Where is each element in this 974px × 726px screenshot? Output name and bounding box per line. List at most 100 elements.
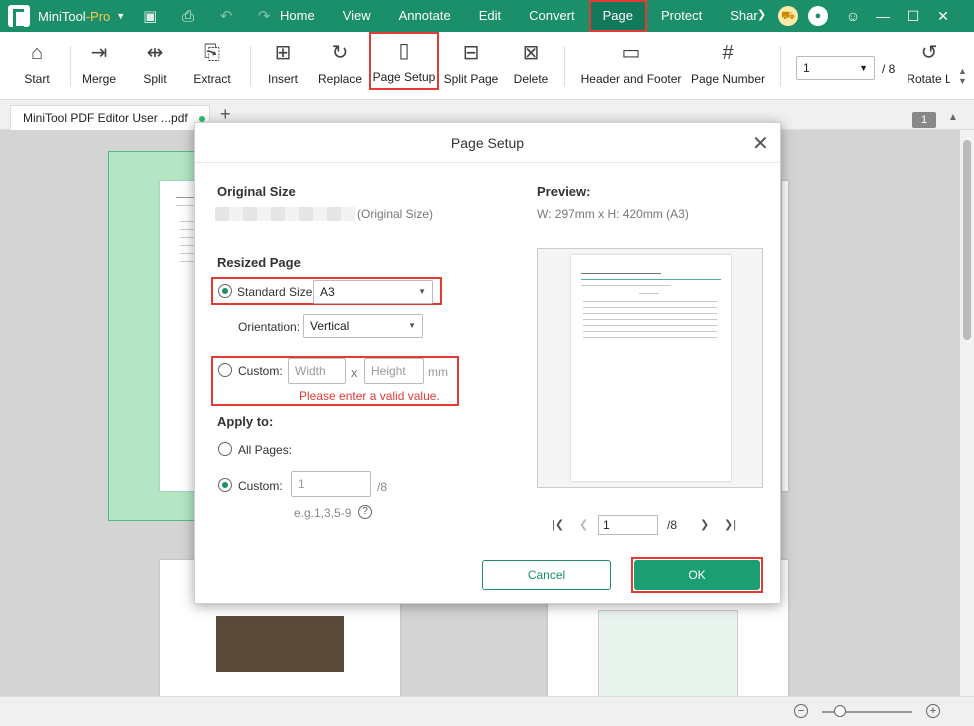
last-page-icon[interactable]: ❯| xyxy=(724,518,736,531)
preview-page xyxy=(571,255,731,481)
orientation-select[interactable]: Vertical ▼ xyxy=(303,314,423,338)
zoom-out-icon[interactable]: − xyxy=(794,704,808,718)
vertical-scrollbar[interactable] xyxy=(960,130,974,696)
menu-page[interactable]: Page xyxy=(588,0,647,32)
preview-page-total: /8 xyxy=(667,518,678,532)
all-pages-radio[interactable] xyxy=(218,442,232,456)
page-setup-icon: ▯ xyxy=(398,40,410,62)
rotate-icon: ↺ xyxy=(920,42,938,64)
text-line xyxy=(583,331,717,332)
orientation-label: Orientation: xyxy=(238,320,301,334)
page-preview xyxy=(537,248,763,488)
split-page-button[interactable]: ⊟ Split Page xyxy=(444,36,499,92)
document-tab[interactable]: MiniTool PDF Editor User ...pdf xyxy=(10,105,210,130)
merge-icon: ⇥ xyxy=(90,42,108,64)
unit-label: mm xyxy=(428,365,448,379)
page-number-select[interactable]: 1 ▼ xyxy=(796,56,875,80)
height-input[interactable]: Height xyxy=(364,358,424,384)
custom-size-label: Custom: xyxy=(238,364,283,378)
menu-view[interactable]: View xyxy=(329,0,385,32)
redacted-size xyxy=(215,207,355,221)
text-line xyxy=(583,307,717,308)
page-total: / 8 xyxy=(882,62,896,76)
split-page-icon: ⊟ xyxy=(462,42,480,64)
text-line xyxy=(583,313,717,314)
toolbar-scroll-icon[interactable]: ▲ ▼ xyxy=(958,66,967,86)
separator xyxy=(250,46,251,86)
original-size-title: Original Size xyxy=(217,184,296,199)
ribbon-toolbar: ⌂ Start ⇥ Merge ⇹ Split ⎘ Extract ⊞ Insert ↻ R… xyxy=(0,32,974,100)
image-thumbnail xyxy=(216,616,344,672)
standard-size-select[interactable]: A3 ▼ xyxy=(313,280,433,304)
zoom-in-icon[interactable]: + xyxy=(926,704,940,718)
error-message: Please enter a valid value. xyxy=(299,389,440,403)
split-button[interactable]: ⇹ Split xyxy=(140,36,170,92)
delete-page-icon: ⊠ xyxy=(522,42,540,64)
text-line xyxy=(639,293,659,294)
home-icon: ⌂ xyxy=(30,42,44,64)
help-icon[interactable]: ? xyxy=(358,505,372,519)
user-avatar-icon[interactable]: ● xyxy=(808,6,828,26)
x-separator: x xyxy=(351,365,358,380)
insert-button[interactable]: ⊞ Insert xyxy=(266,36,300,92)
replace-button[interactable]: ↻ Replace xyxy=(318,36,362,92)
maximize-icon[interactable]: ☐ xyxy=(898,8,928,25)
apply-to-title: Apply to: xyxy=(217,414,274,429)
app-logo-icon xyxy=(8,5,30,29)
page-thumbnail[interactable] xyxy=(782,181,788,491)
undo-icon[interactable]: ↶ xyxy=(213,7,239,25)
cart-icon[interactable]: ⛟ xyxy=(778,6,798,26)
extract-icon: ⎘ xyxy=(204,42,220,64)
menu-annotate[interactable]: Annotate xyxy=(385,0,465,32)
separator xyxy=(564,46,565,86)
text-line xyxy=(581,279,721,280)
dialog-title: Page Setup xyxy=(450,135,525,151)
standard-size-radio[interactable] xyxy=(218,284,232,298)
custom-pages-input[interactable]: 1 xyxy=(291,471,371,497)
header-footer-button[interactable]: ▭ Header and Footer xyxy=(581,36,682,92)
start-button[interactable]: ⌂ Start xyxy=(20,36,54,92)
width-input[interactable]: Width xyxy=(288,358,346,384)
resized-page-title: Resized Page xyxy=(217,255,301,270)
menu-protect[interactable]: Protect xyxy=(647,0,716,32)
preview-size: W: 297mm x H: 420mm (A3) xyxy=(537,207,689,221)
first-page-icon[interactable]: |❮ xyxy=(552,518,564,531)
menu-home[interactable]: Home xyxy=(266,0,329,32)
extract-button[interactable]: ⎘ Extract xyxy=(192,36,232,92)
menu-convert[interactable]: Convert xyxy=(515,0,589,32)
menu-scroll-right-icon[interactable]: ❯ xyxy=(757,8,766,21)
chevron-down-icon: ▼ xyxy=(408,321,416,330)
page-number-button[interactable]: # Page Number xyxy=(691,36,765,92)
replace-page-icon: ↻ xyxy=(331,42,349,64)
app-menu-caret-icon[interactable]: ▼ xyxy=(116,11,125,21)
feedback-icon[interactable]: ☺ xyxy=(838,8,868,24)
rotate-button[interactable]: ↺ Rotate L xyxy=(908,36,950,92)
custom-pages-radio[interactable] xyxy=(218,478,232,492)
delete-button[interactable]: ⊠ Delete xyxy=(514,36,549,92)
next-page-icon[interactable]: ❯ xyxy=(700,518,709,531)
save-icon[interactable]: ▣ xyxy=(137,7,163,25)
prev-page-icon[interactable]: ❮ xyxy=(579,518,588,531)
text-line xyxy=(583,325,717,326)
close-window-icon[interactable]: ✕ xyxy=(928,8,958,25)
zoom-slider-knob[interactable] xyxy=(834,705,846,717)
page-setup-button[interactable]: ▯ Page Setup xyxy=(369,32,439,90)
chevron-up-icon[interactable]: ▲ xyxy=(948,112,958,123)
menu-edit[interactable]: Edit xyxy=(465,0,515,32)
custom-pages-total: /8 xyxy=(377,480,388,494)
print-icon[interactable]: ⎙ xyxy=(175,8,201,25)
scrollbar-thumb[interactable] xyxy=(963,140,971,340)
custom-size-radio[interactable] xyxy=(218,363,232,377)
text-line xyxy=(581,285,671,286)
text-line xyxy=(583,319,717,320)
close-icon[interactable]: ✕ xyxy=(752,131,769,156)
minimize-icon[interactable]: — xyxy=(868,8,898,24)
preview-page-input[interactable]: 1 xyxy=(598,515,658,535)
ok-button[interactable]: OK xyxy=(634,560,760,590)
merge-button[interactable]: ⇥ Merge xyxy=(80,36,118,92)
split-icon: ⇹ xyxy=(146,42,164,64)
cancel-button[interactable]: Cancel xyxy=(482,560,611,590)
menu-bar: Home View Annotate Edit Convert Page Pro… xyxy=(266,0,772,32)
status-bar: − + xyxy=(0,696,974,726)
preview-title: Preview: xyxy=(537,184,591,199)
